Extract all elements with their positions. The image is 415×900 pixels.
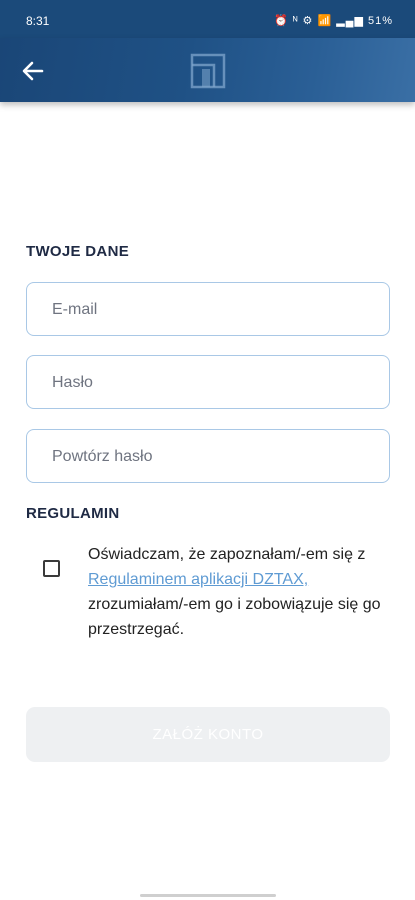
- app-bar: [0, 38, 415, 102]
- status-indicators: ⏰ ᴺ ⚙ 📶 ▂▄▆ 51%: [274, 15, 393, 27]
- back-button[interactable]: [18, 56, 48, 86]
- app-logo-icon: [190, 53, 226, 89]
- section-title-terms: REGULAMIN: [26, 505, 120, 522]
- arrow-left-icon: [22, 61, 44, 81]
- repeat-password-input[interactable]: [50, 430, 374, 484]
- password-input[interactable]: [50, 356, 374, 410]
- consent-suffix: zrozumiałam/-em go i zobowiązuje się go …: [88, 596, 381, 638]
- terms-link[interactable]: Regulaminem aplikacji DZTAX,: [88, 571, 308, 588]
- home-indicator: [140, 894, 276, 897]
- consent-prefix: Oświadczam, że zapoznałam/-em się z: [88, 546, 366, 563]
- email-field[interactable]: [26, 282, 390, 337]
- status-bar: 8:31 ⏰ ᴺ ⚙ 📶 ▂▄▆ 51%: [0, 0, 415, 38]
- email-input[interactable]: [50, 283, 374, 337]
- terms-checkbox[interactable]: [43, 560, 60, 577]
- section-title-personal: TWOJE DANE: [26, 243, 130, 260]
- repeat-password-field[interactable]: [26, 429, 390, 484]
- consent-text: Oświadczam, że zapoznałam/-em się z Regu…: [88, 542, 393, 642]
- status-time: 8:31: [26, 14, 50, 28]
- create-account-button[interactable]: ZAŁÓŻ KONTO: [26, 707, 390, 762]
- password-field[interactable]: [26, 355, 390, 410]
